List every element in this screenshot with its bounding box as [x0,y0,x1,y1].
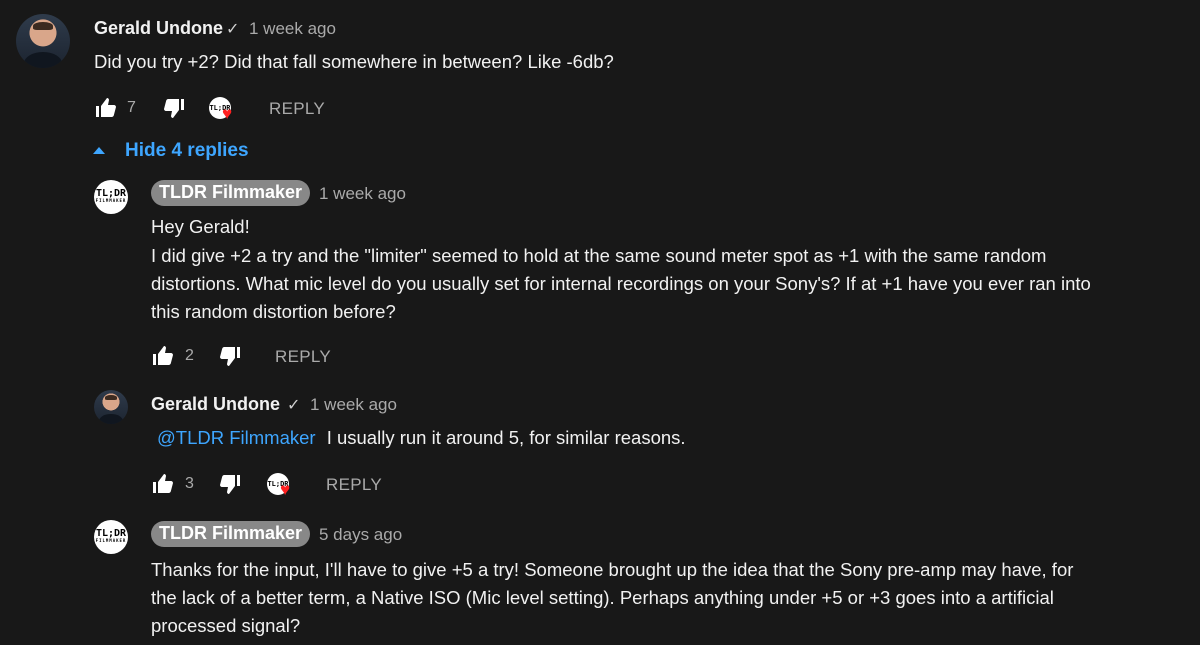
avatar[interactable] [94,390,128,424]
logo-subtext: FILMMAKER [95,198,127,203]
reply-text-line: Thanks for the input, I'll have to give … [151,559,1074,580]
reply-author-chip[interactable]: TLDR Filmmaker [151,521,311,547]
caret-up-icon [93,147,105,154]
reply-author[interactable]: Gerald Undone [151,394,280,415]
like-count: 3 [185,475,194,492]
reply-time[interactable]: 1 week ago [319,184,406,204]
hide-replies-label[interactable]: Hide 4 replies [125,140,249,162]
reply-author-chip[interactable]: TLDR Filmmaker [151,180,311,206]
comment-text: Did you try +2? Did that fall somewhere … [94,51,614,72]
thumb-down-icon[interactable] [218,344,242,368]
reply-text-line: this random distortion before? [151,301,396,322]
comment-author[interactable]: Gerald Undone [94,18,223,39]
mention-link[interactable]: @TLDR Filmmaker [157,427,316,448]
reply-text-line: processed signal? [151,615,301,636]
creator-heart-badge: TL;DR ♥ [267,473,301,503]
thumb-down-icon[interactable] [218,472,242,496]
reply-button[interactable]: REPLY [269,99,325,119]
reply-button[interactable]: REPLY [275,347,331,367]
reply-time[interactable]: 1 week ago [310,395,397,415]
like-count: 7 [127,99,136,116]
heart-icon: ♥ [280,480,291,499]
thumb-up-icon[interactable] [151,472,175,496]
heart-icon: ♥ [222,104,233,123]
avatar[interactable]: TL;DR FILMMAKER [94,520,128,554]
reply-button[interactable]: REPLY [326,475,382,495]
thumb-down-icon[interactable] [162,96,186,120]
verified-checkmark-icon: ✓ [226,21,240,38]
reply-text-line: distortions. What mic level do you usual… [151,273,1091,294]
reply-text: @TLDR Filmmaker I usually run it around … [157,424,686,452]
reply-time[interactable]: 5 days ago [319,525,402,545]
reply-text-line: I did give +2 a try and the "limiter" se… [151,245,1047,266]
reply-text-line: the lack of a better term, a Native ISO … [151,587,1054,608]
creator-heart-badge: TL;DR ♥ [209,97,243,127]
reply-text-line: Hey Gerald! [151,216,250,237]
logo-subtext: FILMMAKER [95,538,127,543]
thumb-up-icon[interactable] [151,344,175,368]
avatar[interactable] [16,14,70,68]
verified-checkmark-icon: ✓ [287,397,301,414]
reply-body: I usually run it around 5, for similar r… [326,427,686,448]
like-count: 2 [185,347,194,364]
thumb-up-icon[interactable] [94,96,118,120]
avatar[interactable]: TL;DR FILMMAKER [94,180,128,214]
comment-time[interactable]: 1 week ago [249,19,336,39]
